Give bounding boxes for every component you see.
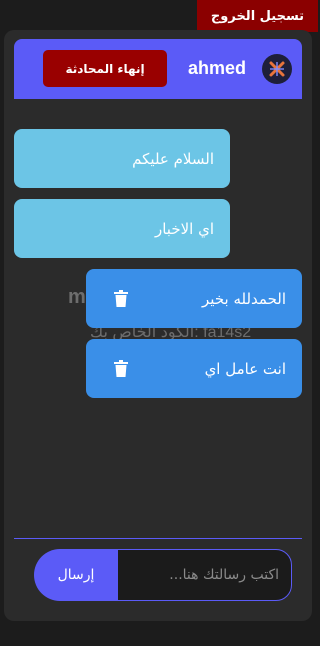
message-input[interactable] xyxy=(110,549,292,601)
chat-username: ahmed xyxy=(187,58,246,78)
send-button[interactable]: إرسال xyxy=(34,549,118,601)
message-text: الحمدلله بخير xyxy=(202,289,286,308)
chat-panel: ahmed إنهاء المحادثة m الكود الخاص بك: f… xyxy=(4,30,312,621)
background-letter: m xyxy=(68,286,86,308)
message-text: السلام عليكم xyxy=(132,149,214,168)
message-outgoing: الحمدلله بخير xyxy=(86,269,302,328)
end-chat-button[interactable]: إنهاء المحادثة xyxy=(43,50,167,87)
x-logo-icon xyxy=(269,61,285,77)
avatar xyxy=(262,54,292,84)
logout-button[interactable]: تسجيل الخروج xyxy=(197,0,318,32)
message-text: اي الاخبار xyxy=(154,219,214,238)
message-incoming: السلام عليكم xyxy=(14,129,230,188)
trash-icon[interactable] xyxy=(114,360,128,377)
message-outgoing: انت عامل اي xyxy=(86,339,302,398)
trash-icon[interactable] xyxy=(114,290,128,307)
composer-divider xyxy=(14,538,302,539)
message-incoming: اي الاخبار xyxy=(14,199,230,258)
chat-header: ahmed إنهاء المحادثة xyxy=(14,39,302,99)
message-text: انت عامل اي xyxy=(204,359,286,378)
